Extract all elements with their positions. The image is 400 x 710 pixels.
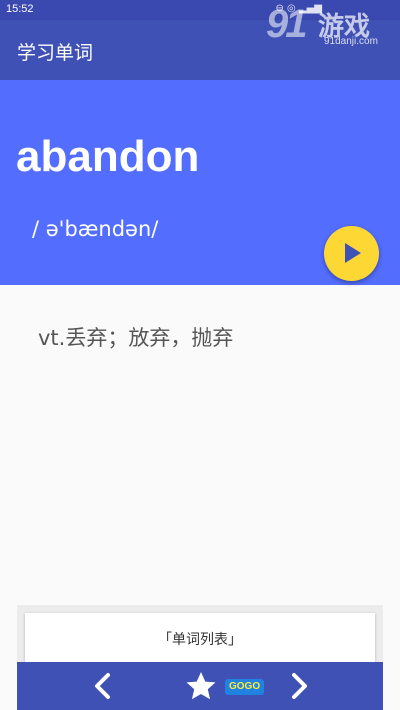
watermark-logo: 91: [266, 2, 307, 46]
word-phonetic: / ə'bændən/: [32, 217, 159, 241]
app-title: 学习单词: [17, 42, 94, 64]
watermark: 91 游戏 91danji.com: [266, 2, 396, 50]
play-icon: [345, 243, 361, 263]
previous-word-button[interactable]: [87, 669, 119, 703]
chevron-right-icon: [292, 673, 307, 699]
next-word-button[interactable]: [283, 669, 315, 703]
gogo-watermark-badge: GOGO: [225, 679, 265, 695]
status-time: 15:52: [6, 3, 34, 15]
word-header: abandon / ə'bændən/: [0, 80, 400, 285]
play-pronunciation-button[interactable]: [324, 226, 379, 281]
word-list-button[interactable]: 「单词列表」: [25, 613, 375, 663]
word-definition: vt.丢弃；放弃，抛弃: [38, 326, 234, 350]
bottom-nav-bar: GOGO: [17, 662, 383, 710]
favorite-button[interactable]: [185, 670, 217, 702]
word-title: abandon: [16, 132, 200, 181]
star-icon: [186, 672, 216, 700]
watermark-url: 91danji.com: [324, 36, 378, 47]
chevron-left-icon: [95, 673, 110, 699]
word-list-button-label: 「单词列表」: [158, 632, 242, 648]
bottom-panel: 「单词列表」: [17, 605, 383, 665]
